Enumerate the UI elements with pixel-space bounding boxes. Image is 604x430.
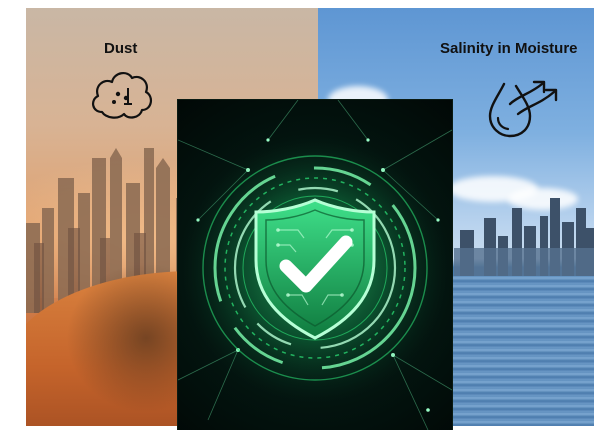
salinity-label: Salinity in Moisture [440,40,578,57]
dust-label: Dust [104,40,138,57]
shield-graphic [178,100,452,430]
shield-panel [178,100,452,430]
dust-cloud-icon [92,72,152,119]
promo-image: Dust Salinity in Moisture [0,0,604,430]
water-drop-wind-icon [488,80,558,138]
